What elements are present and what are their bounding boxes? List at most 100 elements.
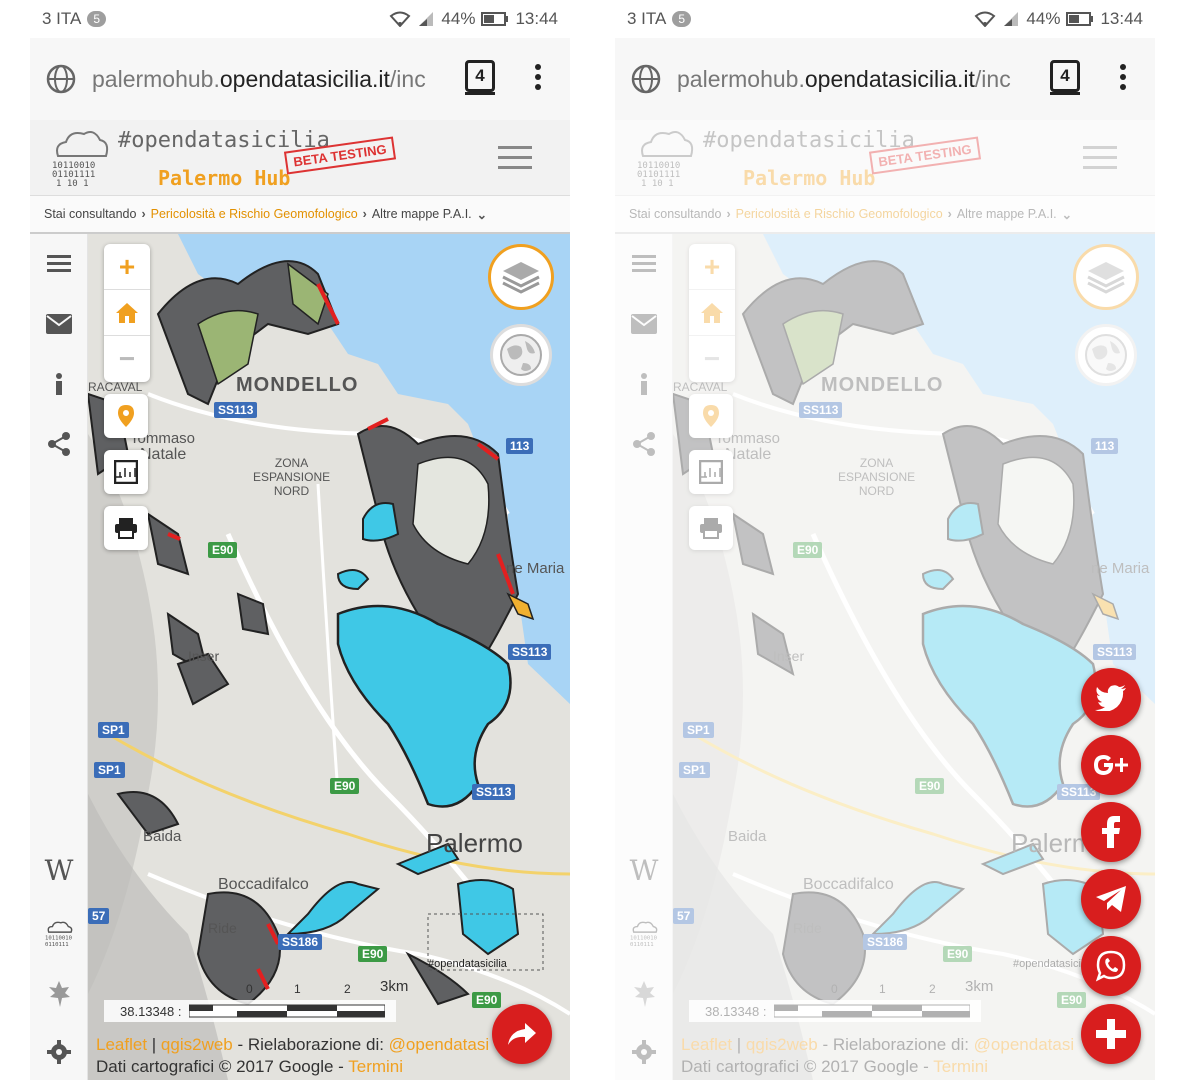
whatsapp-icon xyxy=(1095,950,1126,982)
wifi-icon xyxy=(974,11,996,27)
ruler-icon xyxy=(114,460,138,484)
browser-menu-button[interactable] xyxy=(1119,64,1127,92)
browser-url-bar[interactable]: palermohub.opendatasicilia.it/inc 4 xyxy=(30,38,570,120)
map-canvas[interactable]: MONDELLO RACAVAL ZONA ESPANSIONE NORD Tomm… xyxy=(88,234,570,1080)
chevron-right-icon: › xyxy=(141,207,146,221)
breadcrumb: Stai consultando › Pericolosità e Rischi… xyxy=(30,196,570,234)
tab-switcher-button[interactable]: 4 xyxy=(1050,60,1080,95)
whatsapp-share-button[interactable] xyxy=(1081,936,1141,996)
road-shield: SS186 xyxy=(278,934,323,950)
map-label-baida: Baida xyxy=(143,828,182,845)
battery-percent: 44% xyxy=(1026,9,1061,28)
map-label-racaval: RACAVAL xyxy=(88,380,143,394)
google-plus-share-button[interactable] xyxy=(1081,735,1141,795)
scale-value: 38.13348 : xyxy=(120,1003,182,1019)
share-more-button[interactable] xyxy=(1081,1004,1141,1064)
settings-gear-icon[interactable] xyxy=(45,1038,73,1066)
info-icon[interactable] xyxy=(45,370,73,398)
road-shield: SS113 xyxy=(508,644,552,660)
battery-icon xyxy=(481,12,509,26)
map-label-ridente: Ride xyxy=(208,920,237,936)
scale-tick: 3km xyxy=(380,978,409,995)
measure-button[interactable] xyxy=(104,450,148,494)
map-label-palermo: Palermo xyxy=(426,828,523,858)
clock: 13:44 xyxy=(1100,9,1143,28)
breadcrumb-current[interactable]: Pericolosità e Rischio Geomofologico xyxy=(151,207,358,221)
battery-icon xyxy=(1066,12,1094,26)
map-sidebar: W 101100100110111 xyxy=(30,234,88,1080)
tab-switcher-button[interactable]: 4 xyxy=(465,60,495,95)
home-button[interactable] xyxy=(104,290,150,336)
wikipedia-icon[interactable]: W xyxy=(45,854,74,887)
url-prefix: palermohub. xyxy=(92,65,220,92)
share-icon[interactable] xyxy=(45,430,73,458)
google-plus-icon xyxy=(1094,755,1128,775)
opendatasicilia-link[interactable]: @opendatasi xyxy=(389,1035,489,1054)
world-globe-icon xyxy=(500,334,542,376)
url-text[interactable]: palermohub.opendatasicilia.it/inc xyxy=(677,66,1027,93)
svg-text:0110111: 0110111 xyxy=(45,942,69,948)
telegram-icon xyxy=(1096,886,1126,912)
layers-button[interactable] xyxy=(488,244,554,310)
road-shield: SP1 xyxy=(98,722,129,738)
chevron-right-icon: › xyxy=(362,207,367,221)
scale-tick: 2 xyxy=(344,982,351,996)
road-shield: SP1 xyxy=(94,762,125,778)
battery-percent: 44% xyxy=(441,9,476,28)
menu-icon[interactable] xyxy=(45,250,73,278)
url-prefix: palermohub. xyxy=(677,65,805,92)
twitter-icon xyxy=(1095,685,1126,711)
opendata-cloud-icon[interactable]: 10110010 0110111 xyxy=(45,920,73,948)
qgis2web-link[interactable]: qgis2web xyxy=(161,1035,233,1054)
terms-link[interactable]: Termini xyxy=(348,1057,403,1076)
road-shield: SS113 xyxy=(214,402,258,418)
road-shield: E90 xyxy=(472,992,502,1008)
twitter-share-button[interactable] xyxy=(1081,668,1141,728)
road-shield: E90 xyxy=(208,542,238,558)
breadcrumb-more-maps[interactable]: Altre mappe P.A.I. xyxy=(372,207,472,221)
site-menu-button[interactable] xyxy=(498,146,532,170)
map-pin-icon xyxy=(118,405,134,427)
print-button[interactable] xyxy=(104,506,148,550)
plus-icon xyxy=(1096,1019,1126,1049)
layers-icon xyxy=(502,262,540,294)
map-label-inser: Inser xyxy=(188,648,220,664)
road-shield: E90 xyxy=(358,946,388,962)
mail-icon[interactable] xyxy=(45,310,73,338)
carrier-label: 3 ITA xyxy=(627,9,667,28)
scale-bar: 38.13348 : xyxy=(104,1000,396,1022)
browser-menu-button[interactable] xyxy=(534,64,542,92)
logo-subtitle: Palermo Hub xyxy=(158,166,291,190)
map-label-boccadifalco: Boccadifalco xyxy=(218,876,309,893)
locate-button[interactable] xyxy=(104,394,148,438)
home-icon xyxy=(116,302,138,323)
notification-badge: 5 xyxy=(672,11,692,27)
scale-tick: 1 xyxy=(294,982,301,996)
signal-icon xyxy=(419,12,434,26)
road-shield: E90 xyxy=(330,778,360,794)
phone-screen-left: 3 ITA 5 44% 13:44 palermohub.opendatasic… xyxy=(30,0,570,1080)
chevron-down-icon[interactable]: ⌄ xyxy=(477,207,487,222)
browser-url-bar[interactable]: palermohub.opendatasicilia.it/inc 4 xyxy=(615,38,1155,120)
share-fab-button[interactable] xyxy=(492,1004,552,1064)
url-domain: opendatasicilia.it xyxy=(219,65,390,92)
basemap-globe-button[interactable] xyxy=(490,324,552,386)
facebook-share-button[interactable] xyxy=(1081,802,1141,862)
map-label-zona: ZONAESPANSIONENORD xyxy=(253,456,331,498)
url-text[interactable]: palermohub.opendatasicilia.it/inc xyxy=(92,66,442,93)
share-menu-backdrop[interactable] xyxy=(615,120,1155,1080)
leaf-icon[interactable] xyxy=(45,980,73,1008)
map-attribution: Leaflet | qgis2web - Rielaborazione di: … xyxy=(96,1035,490,1076)
map-watermark: #opendatasicilia xyxy=(428,958,507,970)
logo-cloud-icon[interactable]: 10110010 01101111 1 10 1 xyxy=(50,126,112,188)
facebook-icon xyxy=(1102,816,1120,848)
leaflet-link[interactable]: Leaflet xyxy=(96,1035,147,1054)
url-suffix: /inc xyxy=(974,65,1011,92)
zoom-out-button[interactable]: − xyxy=(104,336,150,382)
map-label-vergine-maria: ne Maria xyxy=(506,560,565,577)
zoom-in-button[interactable]: + xyxy=(104,244,150,290)
telegram-share-button[interactable] xyxy=(1081,869,1141,929)
site-header: 10110010 01101111 1 10 1 #opendatasicili… xyxy=(30,120,570,196)
zoom-control: + − xyxy=(104,244,150,382)
clock: 13:44 xyxy=(515,9,558,28)
